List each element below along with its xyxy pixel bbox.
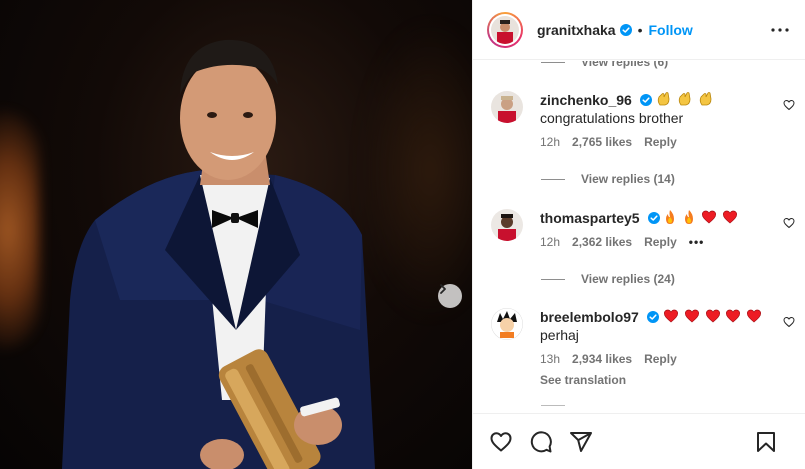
comments-list: View replies (6) zinchenko_96 congratula… [473, 61, 805, 413]
comment-text: perhaj [540, 327, 579, 343]
follow-button[interactable]: Follow [649, 22, 693, 38]
view-replies-button[interactable]: View replies (6) [541, 61, 668, 69]
replies-line [541, 61, 565, 63]
commenter-avatar[interactable] [491, 209, 523, 241]
chevron-right-icon [440, 284, 446, 294]
post-photo [0, 0, 472, 469]
comment-like-icon[interactable] [783, 99, 795, 111]
post-side-panel: granitxhaka • Follow View replies (6) zi… [472, 0, 805, 469]
comment-emoji [663, 309, 764, 325]
fire-emoji-icon [685, 210, 694, 224]
comment-bubble-icon [530, 430, 552, 452]
commenter-avatar[interactable] [491, 91, 523, 123]
more-options-button[interactable] [768, 18, 792, 42]
more-horizontal-icon [771, 28, 789, 32]
comment-meta: 12h 2,765 likes Reply [540, 135, 785, 149]
carousel-next-button[interactable] [438, 284, 462, 308]
comment-time[interactable]: 12h [540, 135, 560, 149]
red-heart-emoji-icon [702, 210, 717, 224]
verified-badge-icon [639, 94, 652, 106]
comment-likes[interactable]: 2,362 likes [572, 235, 632, 249]
clap-emoji-icon [657, 92, 670, 106]
view-replies-label: View replies (6) [581, 61, 669, 69]
clap-emoji-icon [699, 92, 711, 106]
commenter-username[interactable]: zinchenko_96 [540, 92, 632, 108]
reply-button[interactable]: Reply [644, 135, 677, 149]
like-button[interactable] [489, 430, 513, 454]
author-username[interactable]: granitxhaka [537, 22, 616, 38]
comment-likes[interactable]: 2,934 likes [572, 352, 632, 366]
separator-dot: • [637, 21, 643, 38]
view-replies-label: View replies (24) [581, 272, 675, 286]
replies-line [541, 278, 565, 280]
comment-emoji [656, 92, 715, 108]
view-replies-label: View replies (14) [581, 172, 675, 186]
view-replies-button[interactable]: View replies (24) [541, 272, 675, 286]
verified-badge-icon [646, 311, 659, 323]
author-avatar-image [491, 15, 519, 44]
red-heart-emoji-icon [705, 309, 720, 323]
comment-more-button[interactable]: ••• [689, 235, 705, 249]
reply-button[interactable]: Reply [644, 235, 677, 249]
comment-meta: 13h 2,934 likes Reply [540, 352, 785, 366]
commenter-avatar[interactable] [491, 308, 523, 340]
paper-plane-icon [570, 431, 592, 452]
comment-time[interactable]: 12h [540, 235, 560, 249]
heart-outline-icon [490, 431, 512, 451]
post-header: granitxhaka • Follow [473, 0, 805, 60]
comment-meta: 12h 2,362 likes Reply ••• [540, 235, 785, 249]
share-button[interactable] [569, 430, 593, 454]
red-heart-emoji-icon [726, 309, 741, 323]
verified-badge-icon [619, 23, 632, 36]
comment-likes[interactable]: 2,765 likes [572, 135, 632, 149]
verified-badge-icon [647, 212, 660, 224]
clap-emoji-icon [678, 92, 691, 106]
photo-illustration [62, 39, 375, 469]
red-heart-emoji-icon [723, 210, 738, 224]
comment-text: congratulations brother [540, 110, 684, 126]
replies-line [541, 405, 565, 406]
commenter-username[interactable]: breelembolo97 [540, 309, 639, 325]
commenter-username[interactable]: thomaspartey5 [540, 210, 640, 226]
comment-like-icon[interactable] [783, 316, 795, 328]
save-button[interactable] [754, 430, 778, 454]
comment-time[interactable]: 13h [540, 352, 560, 366]
reply-button[interactable]: Reply [644, 352, 677, 366]
red-heart-emoji-icon [747, 309, 762, 323]
comment-button[interactable] [529, 430, 553, 454]
red-heart-emoji-icon [684, 309, 699, 323]
author-avatar[interactable] [487, 11, 523, 48]
bookmark-icon [757, 432, 775, 452]
fire-emoji-icon [666, 210, 675, 224]
view-replies-button[interactable]: View replies (14) [541, 172, 675, 186]
red-heart-emoji-icon [663, 309, 678, 323]
post-actions-bar [473, 413, 805, 469]
see-translation-link[interactable]: See translation [540, 373, 785, 387]
view-replies-button[interactable] [541, 405, 581, 406]
comment-emoji [663, 210, 739, 226]
comment-like-icon[interactable] [783, 217, 795, 229]
replies-line [541, 178, 565, 180]
